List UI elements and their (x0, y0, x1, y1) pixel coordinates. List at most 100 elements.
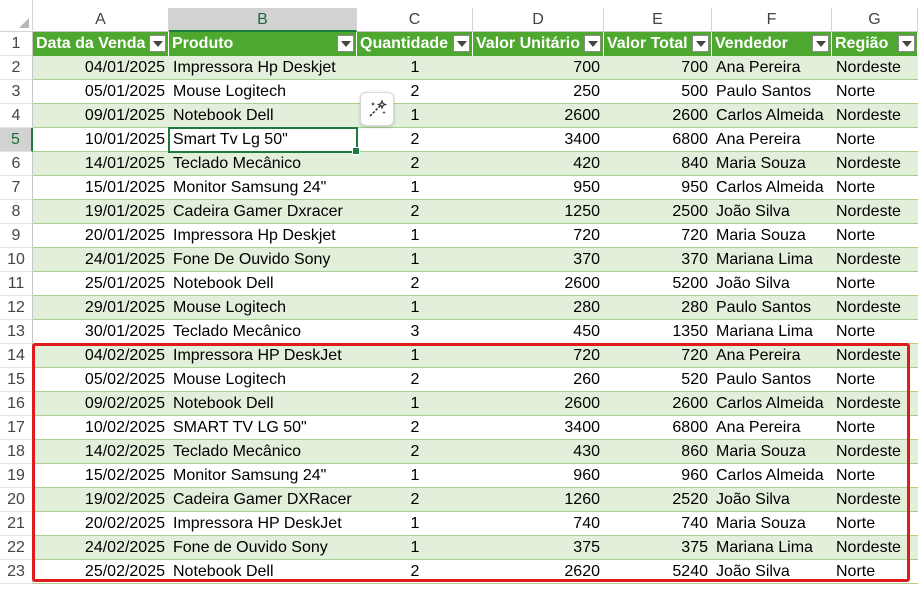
cell-seller[interactable]: João Silva (712, 272, 832, 296)
cell-seller[interactable]: Ana Pereira (712, 128, 832, 152)
cell-qty[interactable]: 2 (357, 272, 473, 296)
cell-total[interactable]: 950 (604, 176, 712, 200)
cell-unit[interactable]: 720 (473, 344, 604, 368)
cell-seller[interactable]: Mariana Lima (712, 536, 832, 560)
row-header-11[interactable]: 11 (0, 272, 33, 296)
row-header-1[interactable]: 1 (0, 32, 33, 56)
cell-region[interactable]: Nordeste (832, 56, 918, 80)
cell-region[interactable]: Nordeste (832, 392, 918, 416)
cell-product[interactable]: Impressora HP DeskJet (169, 344, 357, 368)
cell-region[interactable]: Norte (832, 128, 918, 152)
cell-total[interactable]: 720 (604, 224, 712, 248)
cell-total[interactable]: 860 (604, 440, 712, 464)
column-header-b[interactable]: B (169, 8, 357, 32)
cell-total[interactable]: 370 (604, 248, 712, 272)
cell-total[interactable]: 960 (604, 464, 712, 488)
row-header-6[interactable]: 6 (0, 152, 33, 176)
cell-unit[interactable]: 260 (473, 368, 604, 392)
cell-date[interactable]: 09/02/2025 (33, 392, 169, 416)
cell-product[interactable]: Notebook Dell (169, 560, 357, 584)
cell-qty[interactable]: 1 (357, 224, 473, 248)
cell-seller[interactable]: Maria Souza (712, 152, 832, 176)
cell-product[interactable]: Mouse Logitech (169, 80, 357, 104)
cell-date[interactable]: 04/01/2025 (33, 56, 169, 80)
cell-total[interactable]: 1350 (604, 320, 712, 344)
cell-qty[interactable]: 1 (357, 248, 473, 272)
cell-product[interactable]: Impressora HP DeskJet (169, 512, 357, 536)
cell-date[interactable]: 25/01/2025 (33, 272, 169, 296)
cell-unit[interactable]: 1260 (473, 488, 604, 512)
cell-date[interactable]: 20/01/2025 (33, 224, 169, 248)
cell-qty[interactable]: 3 (357, 320, 473, 344)
filter-dropdown-button[interactable] (812, 35, 829, 52)
cell-date[interactable]: 15/02/2025 (33, 464, 169, 488)
cell-region[interactable]: Nordeste (832, 200, 918, 224)
cell-product[interactable]: Impressora Hp Deskjet (169, 224, 357, 248)
row-header-10[interactable]: 10 (0, 248, 33, 272)
cell-seller[interactable]: Maria Souza (712, 224, 832, 248)
cell-unit[interactable]: 700 (473, 56, 604, 80)
cell-date[interactable]: 25/02/2025 (33, 560, 169, 584)
select-all-corner[interactable] (0, 0, 33, 32)
cell-region[interactable]: Nordeste (832, 536, 918, 560)
cell-seller[interactable]: Ana Pereira (712, 416, 832, 440)
column-header-d[interactable]: D (473, 8, 604, 32)
cell-unit[interactable]: 3400 (473, 128, 604, 152)
cell-seller[interactable]: Paulo Santos (712, 368, 832, 392)
cell-unit[interactable]: 250 (473, 80, 604, 104)
cell-date[interactable]: 19/01/2025 (33, 200, 169, 224)
cell-product[interactable]: Impressora Hp Deskjet (169, 56, 357, 80)
row-header-12[interactable]: 12 (0, 296, 33, 320)
quick-analysis-button[interactable] (360, 92, 394, 126)
cell-product[interactable]: Teclado Mecânico (169, 152, 357, 176)
filter-dropdown-button[interactable] (453, 35, 470, 52)
cell-qty[interactable]: 1 (357, 56, 473, 80)
row-header-16[interactable]: 16 (0, 392, 33, 416)
cell-product[interactable]: Monitor Samsung 24" (169, 464, 357, 488)
cell-product[interactable]: Cadeira Gamer DXRacer (169, 488, 357, 512)
cell-qty[interactable]: 2 (357, 488, 473, 512)
cell-total[interactable]: 6800 (604, 416, 712, 440)
cell-total[interactable]: 280 (604, 296, 712, 320)
cell-unit[interactable]: 740 (473, 512, 604, 536)
cell-seller[interactable]: Carlos Almeida (712, 176, 832, 200)
cell-product[interactable]: Teclado Mecânico (169, 440, 357, 464)
cell-qty[interactable]: 1 (357, 392, 473, 416)
cell-product[interactable]: Mouse Logitech (169, 296, 357, 320)
column-header-g[interactable]: G (832, 8, 918, 32)
cell-total[interactable]: 2520 (604, 488, 712, 512)
cell-product[interactable]: Notebook Dell (169, 392, 357, 416)
cell-date[interactable]: 24/02/2025 (33, 536, 169, 560)
cell-date[interactable]: 20/02/2025 (33, 512, 169, 536)
cell-seller[interactable]: João Silva (712, 488, 832, 512)
cell-seller[interactable]: Carlos Almeida (712, 464, 832, 488)
row-header-19[interactable]: 19 (0, 464, 33, 488)
row-header-22[interactable]: 22 (0, 536, 33, 560)
cell-seller[interactable]: Mariana Lima (712, 320, 832, 344)
cell-product[interactable]: SMART TV LG 50" (169, 416, 357, 440)
cell-date[interactable]: 05/02/2025 (33, 368, 169, 392)
filter-dropdown-button[interactable] (149, 35, 166, 52)
filter-dropdown-button[interactable] (337, 35, 354, 52)
cell-region[interactable]: Nordeste (832, 344, 918, 368)
cell-date[interactable]: 10/02/2025 (33, 416, 169, 440)
cell-unit[interactable]: 1250 (473, 200, 604, 224)
cell-unit[interactable]: 2600 (473, 104, 604, 128)
cell-region[interactable]: Norte (832, 368, 918, 392)
cell-qty[interactable]: 2 (357, 440, 473, 464)
cell-date[interactable]: 10/01/2025 (33, 128, 169, 152)
cell-seller[interactable]: Carlos Almeida (712, 392, 832, 416)
cell-unit[interactable]: 2620 (473, 560, 604, 584)
row-header-8[interactable]: 8 (0, 200, 33, 224)
cell-date[interactable]: 09/01/2025 (33, 104, 169, 128)
cell-seller[interactable]: Ana Pereira (712, 344, 832, 368)
cell-product[interactable]: Notebook Dell (169, 104, 357, 128)
row-header-13[interactable]: 13 (0, 320, 33, 344)
filter-dropdown-button[interactable] (584, 35, 601, 52)
cell-qty[interactable]: 2 (357, 152, 473, 176)
cell-date[interactable]: 04/02/2025 (33, 344, 169, 368)
cell-unit[interactable]: 3400 (473, 416, 604, 440)
cell-seller[interactable]: Maria Souza (712, 440, 832, 464)
cell-region[interactable]: Nordeste (832, 296, 918, 320)
cell-seller[interactable]: João Silva (712, 560, 832, 584)
